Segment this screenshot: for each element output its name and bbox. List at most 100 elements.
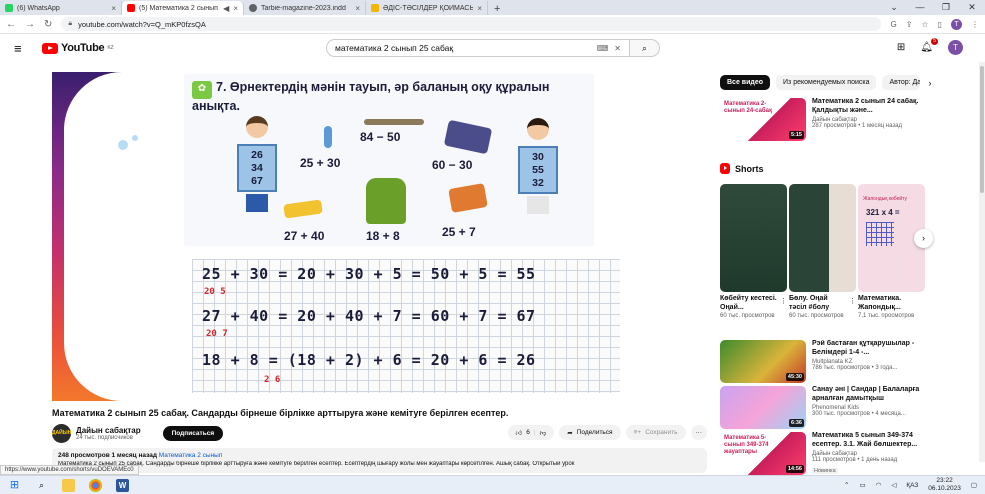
close-icon[interactable]: × <box>477 4 482 13</box>
short-item[interactable]: Бөлу. Оңай тәсіл #болу 60 тыс. просмотро… <box>789 184 856 319</box>
related-filter-chips: Все видео Из рекомендуемых поиска Автор:… <box>720 75 931 90</box>
short-item[interactable]: Жапондық көбейту 321 x 4 = Математика. Ж… <box>858 184 925 319</box>
bookmark-star-icon[interactable]: ☆ <box>921 20 928 29</box>
more-actions-button[interactable]: ··· <box>690 425 707 440</box>
channel-name[interactable]: Дайын сабақтар <box>76 426 141 435</box>
subscribe-button[interactable]: Подписаться <box>162 425 224 441</box>
notifications-bell-icon[interactable]: 🔔︎ 5 <box>920 38 938 53</box>
omnibox[interactable]: 🔒︎ youtube.com/watch?v=Q_mKP0fzsQA <box>61 17 882 31</box>
save-button[interactable]: ≡+ Сохранить <box>625 425 686 440</box>
youtube-masthead: ≡ YouTube KZ математика 2 сынып 25 сабақ… <box>0 35 985 61</box>
page-scrollbar[interactable] <box>979 62 985 462</box>
chip-author[interactable]: Автор: Дайын <box>882 75 921 90</box>
youtube-favicon-icon <box>127 4 135 12</box>
shorts-next-button[interactable]: › <box>914 229 933 248</box>
keyboard-icon[interactable]: ⌨ <box>597 44 609 53</box>
back-icon[interactable]: ← <box>6 19 16 30</box>
share-icon[interactable]: ⇪ <box>906 20 913 29</box>
video-thumbnail[interactable]: 45:30 <box>720 340 806 383</box>
globe-icon <box>249 4 257 12</box>
windows-start-icon[interactable]: ⊞ <box>8 479 21 492</box>
video-title: Математика 2 сынып 25 сабақ. Сандарды бі… <box>52 408 509 418</box>
close-icon[interactable]: × <box>355 4 360 13</box>
new-tab-button[interactable]: + <box>488 3 506 15</box>
browser-tab-strip: (6) WhatsApp × (5) Математика 2 сынып 25… <box>0 0 985 15</box>
input-language[interactable]: ҚАЗ <box>906 482 918 489</box>
video-thumbnail[interactable]: 6:36 <box>720 386 806 429</box>
search-icon[interactable]: ⌕ <box>35 479 48 492</box>
task-title: ✿ 7. Өрнектердің мәнін тауып, әр баланың … <box>192 80 550 113</box>
pencil-case-icon <box>283 199 323 219</box>
create-video-icon[interactable]: ⊞ <box>897 42 905 53</box>
volume-icon[interactable]: ◁ <box>891 481 896 489</box>
video-thumbnail[interactable]: Математика 2-сынып 24-сабақ 5:15 <box>720 98 806 141</box>
profile-avatar[interactable]: T <box>951 18 962 30</box>
forward-icon[interactable]: → <box>25 19 35 30</box>
search-bar: математика 2 сынып 25 сабақ ⌨ ✕ ⌕ <box>326 39 660 57</box>
status-bar-url: https://www.youtube.com/shorts/vuDOEVAME… <box>0 465 139 475</box>
equation-1: 25 + 30 = 20 + 30 + 5 = 50 + 5 = 55 <box>202 265 536 283</box>
chip-from-search[interactable]: Из рекомендуемых поиска <box>776 75 877 90</box>
lock-icon[interactable]: 🔒︎ <box>68 20 72 28</box>
description-box[interactable]: 248 просмотров 1 месяц назад Математика … <box>52 448 707 473</box>
file-explorer-icon[interactable] <box>62 478 75 492</box>
tray-chevron-icon[interactable]: ⌃ <box>844 481 849 489</box>
search-input[interactable]: математика 2 сынып 25 сабақ ⌨ ✕ <box>326 39 630 57</box>
share-button[interactable]: ➦ Поделиться <box>559 425 621 440</box>
account-avatar[interactable]: Т <box>948 40 963 55</box>
youtube-logo[interactable]: YouTube KZ <box>42 42 114 54</box>
boy-card: 26 34 67 <box>237 144 277 192</box>
girl-card: 30 55 32 <box>518 146 558 194</box>
recommended-video[interactable]: Математика 2-сынып 24-сабақ 5:15 Математ… <box>720 98 922 141</box>
address-bar-row: ← → ↻ 🔒︎ youtube.com/watch?v=Q_mKP0fzsQA… <box>0 15 985 34</box>
browser-tab-youtube[interactable]: (5) Математика 2 сынып 25 ◀ × <box>122 1 244 15</box>
browser-tab-tarbie[interactable]: Tarbie-magazine-2023.indd × <box>244 1 366 15</box>
maximize-icon[interactable]: ❐ <box>933 0 959 14</box>
close-window-icon[interactable]: ✕ <box>959 0 985 14</box>
google-lens-icon[interactable]: G <box>890 20 896 29</box>
tab-search-icon[interactable]: ⌄ <box>881 0 907 14</box>
sidepanel-icon[interactable]: ▯ <box>938 20 942 29</box>
recommended-video[interactable]: Математика 5-сынып 349-374 жауаптары 14:… <box>720 432 922 475</box>
battery-icon[interactable]: ▭ <box>859 481 865 489</box>
site-icon <box>371 4 379 12</box>
short-item[interactable]: Көбейту кестесі. Оңай... 60 тыс. просмот… <box>720 184 787 319</box>
chevron-right-icon[interactable]: › <box>928 78 931 88</box>
notifications-icon[interactable]: ▢ <box>971 481 977 489</box>
channel-row: ДАЙЫН САБАҚ Дайын сабақтар 24 тыс. подпи… <box>52 423 707 455</box>
browser-tab-adis[interactable]: ӘДІС-ТӘСІЛДЕР ҚОЙМАСЫ | С × <box>366 1 488 15</box>
short-thumbnail[interactable] <box>789 184 856 292</box>
clock[interactable]: 23:22 06.10.2023 <box>928 477 961 493</box>
menu-dots-icon[interactable]: ⋮ <box>971 20 979 29</box>
scrollbar-thumb[interactable] <box>980 66 984 193</box>
wifi-icon[interactable]: ◠ <box>876 481 882 489</box>
recommended-video[interactable]: 6:36 Санау әні | Сандар | Балаларға арна… <box>720 386 922 429</box>
folder-icon <box>443 119 493 155</box>
browser-toolbar-icons: G ⇪ ☆ ▯ T ⋮ <box>890 18 979 30</box>
recommended-video[interactable]: 45:30 Рэй бастаған құтқарушылар - Белімд… <box>720 340 922 383</box>
chrome-icon[interactable] <box>89 478 102 492</box>
clear-search-icon[interactable]: ✕ <box>614 44 621 53</box>
close-icon[interactable]: × <box>233 4 238 13</box>
short-thumbnail[interactable] <box>720 184 787 292</box>
more-dots-icon[interactable]: ⋮ <box>849 297 856 305</box>
reload-icon[interactable]: ↻ <box>44 19 52 30</box>
close-icon[interactable]: × <box>111 4 116 13</box>
hamburger-menu-icon[interactable]: ≡ <box>14 41 34 56</box>
minimize-icon[interactable]: — <box>907 0 933 14</box>
search-button[interactable]: ⌕ <box>630 39 660 57</box>
browser-tab-whatsapp[interactable]: (6) WhatsApp × <box>0 1 122 15</box>
more-dots-icon[interactable]: ⋮ <box>780 297 787 305</box>
chip-all-videos[interactable]: Все видео <box>720 75 771 90</box>
video-thumbnail[interactable]: Математика 5-сынып 349-374 жауаптары 14:… <box>720 432 806 475</box>
audio-icon[interactable]: ◀ <box>223 4 229 13</box>
thumbs-down-icon[interactable]: 👎︎ <box>540 429 547 437</box>
word-icon[interactable]: W <box>116 478 129 492</box>
url-text[interactable]: youtube.com/watch?v=Q_mKP0fzsQA <box>78 20 206 29</box>
channel-avatar[interactable]: ДАЙЫН САБАҚ <box>52 423 71 455</box>
handwritten-solution-grid: 25 + 30 = 20 + 30 + 5 = 50 + 5 = 55 20 5… <box>192 259 620 393</box>
description-hashtag[interactable]: Математика 2 сынып <box>159 452 223 459</box>
video-player[interactable]: ✿ 7. Өрнектердің мәнін тауып, әр баланың … <box>52 72 707 401</box>
like-button[interactable]: 👍︎ 6 | 👎︎ <box>507 425 555 440</box>
pencil-box-icon <box>448 183 488 213</box>
